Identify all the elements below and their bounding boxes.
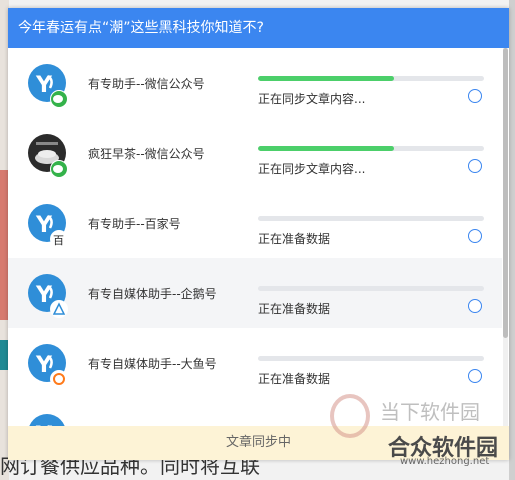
sync-progress-fill	[258, 146, 394, 151]
account-name: 有专助手--微信公众号	[88, 77, 205, 91]
watermark-url: www.hezhong.net	[400, 456, 490, 467]
dayu-icon	[50, 370, 68, 388]
sync-progress-bar	[258, 76, 484, 81]
account-row[interactable]: Y 有专助手--微信公众号 正在同步文章内容...	[8, 48, 502, 118]
wechat-icon	[50, 90, 68, 108]
sync-progress-bar	[258, 286, 484, 291]
select-radio[interactable]	[468, 299, 482, 313]
account-name: 有专自媒体助手--企鹅号	[88, 287, 217, 301]
scrollbar-thumb[interactable]	[503, 48, 508, 338]
select-radio[interactable]	[468, 229, 482, 243]
svg-text:百: 百	[53, 234, 64, 247]
account-name: 有专助手--百家号	[88, 217, 181, 231]
sync-progress-fill	[258, 76, 394, 81]
dialog-title: 今年春运有点“潮”这些黑科技你知道不?	[8, 8, 509, 48]
account-name: 疯狂早茶--微信公众号	[88, 147, 205, 161]
account-row[interactable]: Y 百有专助手--百家号 正在准备数据	[8, 188, 502, 258]
sync-progress-bar	[258, 356, 484, 361]
sync-status-text: 正在准备数据	[258, 302, 331, 316]
account-row[interactable]: Y 有专自媒体助手--大鱼号 正在准备数据	[8, 328, 502, 398]
select-radio[interactable]	[468, 369, 482, 383]
watermark-logo	[330, 394, 370, 438]
list-scrollbar[interactable]	[503, 48, 508, 426]
penguin-icon	[50, 300, 68, 318]
sync-progress-bar	[258, 216, 484, 221]
site-watermark: 当下软件园 合众软件园 www.hezhong.net	[330, 392, 515, 480]
account-list[interactable]: Y 有专助手--微信公众号 正在同步文章内容... 疯狂早茶--微信公众号 正在同步文章…	[8, 48, 502, 426]
account-row[interactable]: Y 有专自媒体助手--企鹅号 正在准备数据	[8, 258, 502, 328]
sync-progress-bar	[258, 146, 484, 151]
youzhuan-logo-icon: Y	[28, 414, 66, 426]
watermark-text: 当下软件园	[380, 400, 480, 424]
sync-status-text: 正在准备数据	[258, 372, 331, 386]
account-name: 有专自媒体助手--大鱼号	[88, 357, 217, 371]
account-row[interactable]: 疯狂早茶--微信公众号正在同步文章内容...	[8, 118, 502, 188]
sync-status-text: 正在准备数据	[258, 232, 331, 246]
sync-status-text: 正在同步文章内容...	[258, 162, 366, 176]
select-radio[interactable]	[468, 159, 482, 173]
wechat-icon	[50, 160, 68, 178]
sync-status-text: 正在同步文章内容...	[258, 92, 366, 106]
baijiahao-icon: 百	[50, 230, 68, 248]
select-radio[interactable]	[468, 89, 482, 103]
